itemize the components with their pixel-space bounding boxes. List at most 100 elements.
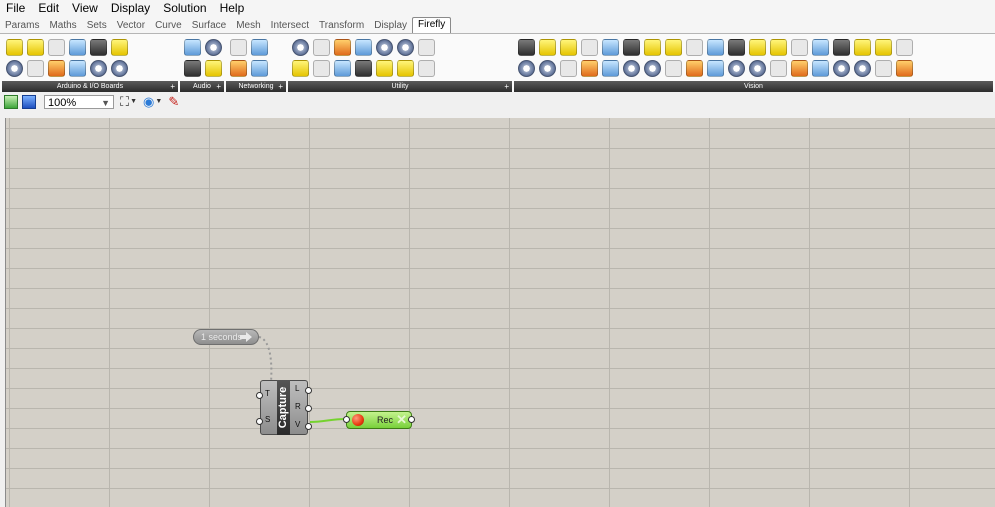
component-icon[interactable] [230, 39, 247, 56]
component-icon[interactable] [539, 60, 556, 77]
component-icon[interactable] [707, 39, 724, 56]
component-icon[interactable] [6, 39, 23, 56]
component-icon[interactable] [896, 39, 913, 56]
output-port-v[interactable] [305, 423, 312, 430]
component-icon[interactable] [581, 39, 598, 56]
input-port-t[interactable] [256, 392, 263, 399]
tab-intersect[interactable]: Intersect [266, 19, 314, 33]
component-icon[interactable] [875, 60, 892, 77]
sketch-pen-icon[interactable]: ✎ [168, 95, 179, 109]
component-icon[interactable] [205, 60, 222, 77]
ribbon-group-label[interactable]: Vision [514, 81, 993, 92]
component-icon[interactable] [69, 60, 86, 77]
component-icon[interactable] [230, 60, 247, 77]
component-icon[interactable] [334, 39, 351, 56]
component-icon[interactable] [770, 39, 787, 56]
input-port-s[interactable] [256, 418, 263, 425]
menu-display[interactable]: Display [105, 0, 157, 17]
component-icon[interactable] [791, 60, 808, 77]
component-icon[interactable] [27, 39, 44, 56]
tab-mesh[interactable]: Mesh [231, 19, 265, 33]
component-icon[interactable] [665, 60, 682, 77]
component-icon[interactable] [397, 39, 414, 56]
component-icon[interactable] [833, 60, 850, 77]
component-icon[interactable] [27, 60, 44, 77]
component-icon[interactable] [854, 39, 871, 56]
component-icon[interactable] [812, 39, 829, 56]
component-icon[interactable] [418, 39, 435, 56]
component-icon[interactable] [518, 39, 535, 56]
rec-component[interactable]: Rec ✕ [343, 411, 415, 429]
component-icon[interactable] [896, 60, 913, 77]
component-icon[interactable] [539, 39, 556, 56]
tab-params[interactable]: Params [0, 19, 44, 33]
zoom-select[interactable]: 100% ▼ [44, 95, 114, 109]
component-icon[interactable] [518, 60, 535, 77]
component-icon[interactable] [313, 60, 330, 77]
component-icon[interactable] [812, 60, 829, 77]
close-icon[interactable]: ✕ [396, 413, 407, 427]
component-icon[interactable] [184, 60, 201, 77]
component-icon[interactable] [560, 60, 577, 77]
rec-input-port[interactable] [343, 416, 350, 423]
component-icon[interactable] [251, 60, 268, 77]
component-icon[interactable] [292, 39, 309, 56]
component-icon[interactable] [707, 60, 724, 77]
component-icon[interactable] [833, 39, 850, 56]
component-icon[interactable] [418, 60, 435, 77]
component-icon[interactable] [334, 60, 351, 77]
tab-vector[interactable]: Vector [112, 19, 150, 33]
component-icon[interactable] [355, 39, 372, 56]
tab-transform[interactable]: Transform [314, 19, 369, 33]
tab-surface[interactable]: Surface [187, 19, 231, 33]
record-button[interactable] [352, 414, 364, 426]
output-port-l[interactable] [305, 387, 312, 394]
component-icon[interactable] [90, 39, 107, 56]
save-file-icon[interactable] [22, 95, 36, 109]
component-icon[interactable] [728, 39, 745, 56]
component-icon[interactable] [791, 39, 808, 56]
preview-eye-icon[interactable]: ◉ [143, 95, 154, 109]
ribbon-group-label[interactable]: Networking + [226, 81, 286, 92]
tab-firefly[interactable]: Firefly [412, 17, 452, 33]
timer-component[interactable]: 1 seconds [193, 329, 259, 345]
component-icon[interactable] [581, 60, 598, 77]
chevron-down-icon[interactable]: ▼ [130, 95, 137, 109]
component-icon[interactable] [644, 60, 661, 77]
grasshopper-canvas[interactable] [5, 118, 995, 507]
tab-sets[interactable]: Sets [82, 19, 112, 33]
component-icon[interactable] [376, 39, 393, 56]
tab-curve[interactable]: Curve [150, 19, 187, 33]
component-icon[interactable] [686, 39, 703, 56]
capture-component[interactable]: Capture T S L R V [256, 380, 312, 435]
ribbon-group-label[interactable]: Utility + [288, 81, 512, 92]
component-icon[interactable] [875, 39, 892, 56]
component-icon[interactable] [48, 60, 65, 77]
component-icon[interactable] [251, 39, 268, 56]
component-icon[interactable] [749, 39, 766, 56]
component-icon[interactable] [560, 39, 577, 56]
menu-file[interactable]: File [0, 0, 32, 17]
menu-help[interactable]: Help [214, 0, 252, 17]
component-icon[interactable] [665, 39, 682, 56]
component-icon[interactable] [355, 60, 372, 77]
component-icon[interactable] [770, 60, 787, 77]
component-icon[interactable] [623, 60, 640, 77]
component-icon[interactable] [69, 39, 86, 56]
component-icon[interactable] [644, 39, 661, 56]
component-icon[interactable] [728, 60, 745, 77]
output-port-r[interactable] [305, 405, 312, 412]
component-icon[interactable] [6, 60, 23, 77]
component-icon[interactable] [854, 60, 871, 77]
component-icon[interactable] [686, 60, 703, 77]
ribbon-group-label[interactable]: Arduino & I/O Boards + [2, 81, 178, 92]
component-icon[interactable] [376, 60, 393, 77]
open-file-icon[interactable] [4, 95, 18, 109]
component-icon[interactable] [623, 39, 640, 56]
ribbon-group-label[interactable]: Audio + [180, 81, 224, 92]
component-icon[interactable] [292, 60, 309, 77]
chevron-down-icon[interactable]: ▼ [155, 95, 162, 109]
zoom-extents-icon[interactable]: ⛶ [120, 95, 129, 109]
menu-solution[interactable]: Solution [157, 0, 213, 17]
tab-display[interactable]: Display [369, 19, 412, 33]
